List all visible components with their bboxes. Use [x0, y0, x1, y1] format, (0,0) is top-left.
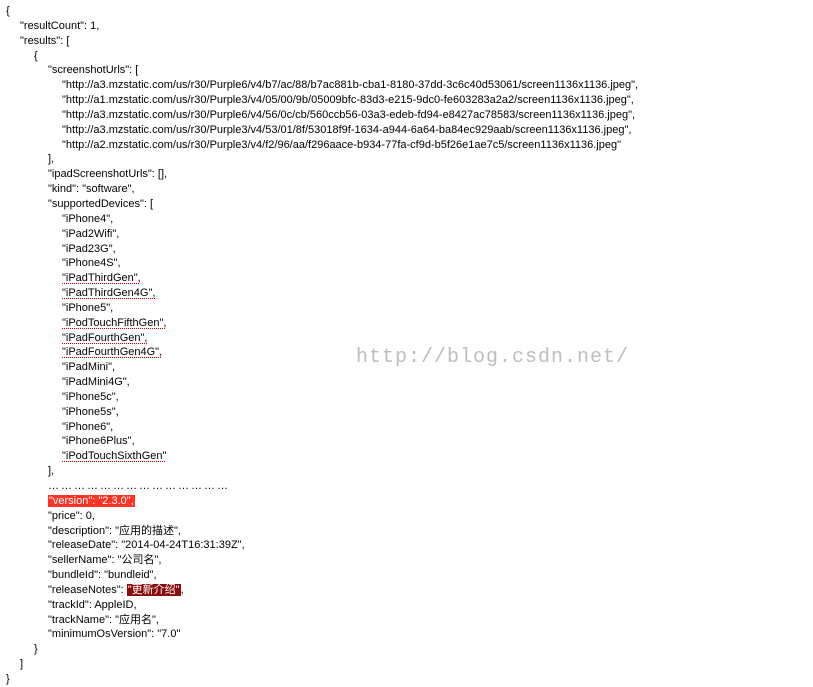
devices-list: "iPhone4","iPad2Wifi","iPad23G","iPhone4…: [6, 212, 807, 464]
device-item: "iPhone5s",: [6, 405, 807, 420]
screenshoturls-key: "screenshotUrls": [: [6, 63, 807, 78]
releasenotes-line: "releaseNotes": "更新介绍",: [6, 583, 807, 598]
ipadscreenshoturls-line: "ipadScreenshotUrls": [],: [6, 167, 807, 182]
kind-line: "kind": "software",: [6, 182, 807, 197]
version-line: "version": "2.3.0",: [6, 494, 807, 509]
screenshot-url: "http://a1.mzstatic.com/us/r30/Purple3/v…: [6, 93, 807, 108]
device-item: "iPadThirdGen",: [6, 271, 807, 286]
object-open: {: [6, 49, 807, 64]
json-viewer: { "resultCount": 1, "results": [ { "scre…: [6, 4, 807, 687]
price-line: "price": 0,: [6, 509, 807, 524]
device-item: "iPad23G",: [6, 242, 807, 257]
device-item: "iPhone5",: [6, 301, 807, 316]
device-item: "iPad2Wifi",: [6, 227, 807, 242]
trackid-line: "trackId": AppleID,: [6, 598, 807, 613]
screenshot-url: "http://a2.mzstatic.com/us/r30/Purple3/v…: [6, 138, 807, 153]
screenshot-url: "http://a3.mzstatic.com/us/r30/Purple6/v…: [6, 78, 807, 93]
object-close: }: [6, 642, 807, 657]
device-item: "iPhone4",: [6, 212, 807, 227]
device-item: "iPadFourthGen",: [6, 331, 807, 346]
array-close: ]: [6, 657, 807, 672]
array-close: ],: [6, 152, 807, 167]
sellername-line: "sellerName": "公司名",: [6, 553, 807, 568]
device-item: "iPadMini4G",: [6, 375, 807, 390]
supporteddevices-key: "supportedDevices": [: [6, 197, 807, 212]
device-item: "iPodTouchFifthGen",: [6, 316, 807, 331]
device-item: "iPadThirdGen4G",: [6, 286, 807, 301]
releasenotes-key: "releaseNotes":: [48, 584, 127, 596]
device-item: "iPhone6Plus",: [6, 434, 807, 449]
minimumosversion-line: "minimumOsVersion": "7.0": [6, 627, 807, 642]
bundleid-line: "bundleId": "bundleid",: [6, 568, 807, 583]
resultcount-line: "resultCount": 1,: [6, 19, 807, 34]
device-item: "iPadMini",: [6, 360, 807, 375]
releasedate-line: "releaseDate": "2014-04-24T16:31:39Z",: [6, 538, 807, 553]
releasenotes-highlight: "更新介绍": [127, 584, 181, 596]
brace-close: }: [6, 672, 807, 687]
device-item: "iPadFourthGen4G",: [6, 345, 807, 360]
device-item: "iPhone5c",: [6, 390, 807, 405]
array-close: ],: [6, 464, 807, 479]
version-highlight: "version": "2.3.0",: [48, 495, 135, 507]
device-item: "iPhone6",: [6, 420, 807, 435]
omitted-line: ……………………………………: [6, 479, 807, 494]
screenshot-url: "http://a3.mzstatic.com/us/r30/Purple6/v…: [6, 108, 807, 123]
trackname-line: "trackName": "应用名",: [6, 613, 807, 628]
device-item: "iPodTouchSixthGen": [6, 449, 807, 464]
brace-open: {: [6, 4, 807, 19]
results-key: "results": [: [6, 34, 807, 49]
releasenotes-comma: ,: [181, 584, 184, 596]
description-line: "description": "应用的描述",: [6, 524, 807, 539]
device-item: "iPhone4S",: [6, 256, 807, 271]
screenshot-url: "http://a3.mzstatic.com/us/r30/Purple3/v…: [6, 123, 807, 138]
